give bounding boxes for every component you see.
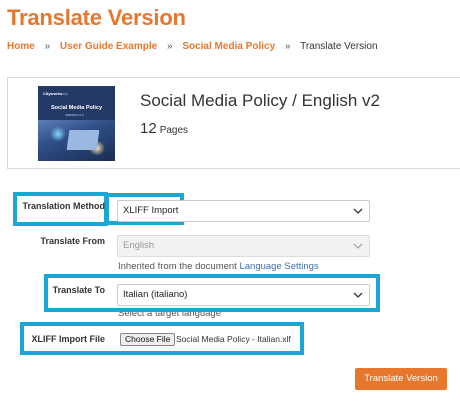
translate-from-help: Inherited from the document Language Set…	[118, 261, 319, 272]
translate-from-help-text: Inherited from the document	[118, 261, 237, 272]
translate-to-select[interactable]: Italian (italiano)	[117, 284, 370, 306]
selected-file-name: Social Media Policy - Italian.xlf	[176, 334, 291, 344]
breadcrumb-separator: »	[44, 41, 51, 52]
breadcrumb-user-guide-link[interactable]: User Guide Example	[60, 41, 157, 52]
document-thumbnail[interactable]: Cityworks corp Social Media Policy VERSI…	[38, 86, 115, 161]
translate-version-button[interactable]: Translate Version	[355, 368, 447, 390]
chevron-down-icon	[353, 243, 363, 249]
translate-from-label: Translate From	[40, 236, 105, 246]
translation-method-label: Translation Method	[22, 201, 105, 211]
translate-from-value: English	[123, 240, 155, 251]
thumbnail-brand-sub: corp	[60, 91, 68, 96]
breadcrumb-separator: »	[166, 41, 173, 52]
xliff-import-file-label: XLIFF Import File	[31, 334, 106, 344]
breadcrumb-social-media-link[interactable]: Social Media Policy	[182, 41, 275, 52]
translation-method-value: XLIFF Import	[123, 205, 179, 216]
translate-to-value: Italian (italiano)	[123, 289, 188, 300]
breadcrumb: Home » User Guide Example » Social Media…	[7, 41, 378, 52]
page-title: Translate Version	[7, 5, 186, 30]
document-card: Cityworks corp Social Media Policy VERSI…	[7, 77, 460, 169]
breadcrumb-home-link[interactable]: Home	[7, 41, 35, 52]
breadcrumb-separator: »	[284, 41, 291, 52]
page-count-number: 12	[140, 120, 157, 137]
chevron-down-icon	[353, 208, 363, 214]
breadcrumb-current: Translate Version	[300, 41, 378, 52]
laptop-image	[66, 130, 100, 150]
thumbnail-glow	[50, 126, 66, 142]
thumbnail-title: Social Media Policy	[51, 105, 103, 111]
page-count: 12 Pages	[140, 120, 188, 138]
chevron-down-icon	[353, 292, 363, 298]
document-title: Social Media Policy / English v2	[140, 91, 381, 110]
translate-to-label: Translate To	[52, 285, 105, 295]
translation-method-select[interactable]: XLIFF Import	[117, 200, 370, 222]
thumbnail-version: VERSION 2.0	[65, 113, 84, 117]
choose-file-button[interactable]: Choose File	[120, 333, 176, 346]
translate-from-select: English	[117, 235, 370, 257]
language-settings-link[interactable]: Language Settings	[239, 261, 318, 272]
page-count-label: Pages	[159, 125, 189, 136]
